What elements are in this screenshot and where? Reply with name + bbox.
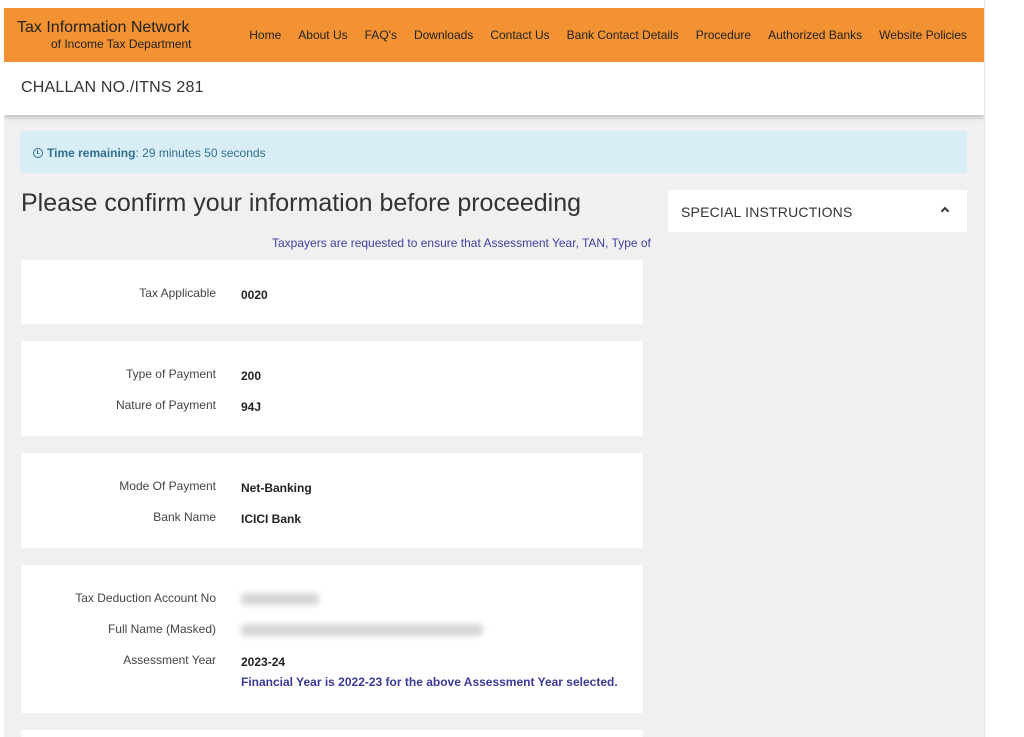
full-name-value-blurred xyxy=(241,624,483,636)
nature-of-payment-label: Nature of Payment xyxy=(115,398,216,412)
tan-label: Tax Deduction Account No xyxy=(75,591,216,605)
brand-logo[interactable]: Tax Information Network of Income Tax De… xyxy=(17,18,192,51)
taxpayer-details-card: Tax Deduction Account No Full Name (Mask… xyxy=(21,565,643,713)
nav-bank-contact-details[interactable]: Bank Contact Details xyxy=(567,28,679,42)
assessment-year-label: Assessment Year xyxy=(123,653,216,667)
confirm-heading: Please confirm your information before p… xyxy=(21,189,582,217)
assessment-year-value: 2023-24 xyxy=(241,655,286,669)
page: Tax Information Network of Income Tax De… xyxy=(4,8,984,737)
nav-procedure[interactable]: Procedure xyxy=(696,28,751,42)
payment-type-card: Type of Payment 200 Nature of Payment 94… xyxy=(21,341,643,436)
tan-row: Tax Deduction Account No xyxy=(21,591,643,611)
tax-applicable-value: 0020 xyxy=(241,288,268,302)
time-remaining-alert: Time remaining : 29 minutes 50 seconds xyxy=(20,131,967,173)
right-margin xyxy=(984,0,1024,737)
nature-of-payment-value: 94J xyxy=(241,400,262,414)
nav-website-policies[interactable]: Website Policies xyxy=(879,28,967,42)
chevron-up-icon[interactable] xyxy=(940,206,950,216)
mode-of-payment-value: Net-Banking xyxy=(241,481,312,495)
nav-about-us[interactable]: About Us xyxy=(298,28,347,42)
nature-of-payment-row: Nature of Payment 94J xyxy=(21,398,643,418)
nav-authorized-banks[interactable]: Authorized Banks xyxy=(768,28,862,42)
page-title-bar: CHALLAN NO./ITNS 281 xyxy=(4,62,984,115)
timer-label: Time remaining xyxy=(47,146,136,160)
mode-of-payment-row: Mode Of Payment Net-Banking xyxy=(21,479,643,499)
brand-title: Tax Information Network xyxy=(17,19,190,36)
type-of-payment-label: Type of Payment xyxy=(125,367,216,381)
nav-contact-us[interactable]: Contact Us xyxy=(490,28,549,42)
bank-name-label: Bank Name xyxy=(153,510,216,524)
timer-value: : 29 minutes 50 seconds xyxy=(135,146,266,160)
financial-year-note: Financial Year is 2022-23 for the above … xyxy=(241,675,618,689)
mode-of-payment-label: Mode Of Payment xyxy=(119,479,216,493)
clock-icon xyxy=(33,148,43,158)
tax-applicable-label: Tax Applicable xyxy=(139,286,216,300)
tax-applicable-row: Tax Applicable 0020 xyxy=(21,286,643,306)
special-instructions-title: SPECIAL INSTRUCTIONS xyxy=(681,204,853,220)
full-name-label: Full Name (Masked) xyxy=(107,622,216,636)
main-nav: Home About Us FAQ's Downloads Contact Us… xyxy=(232,28,967,42)
bank-name-row: Bank Name ICICI Bank xyxy=(21,510,643,530)
nav-downloads[interactable]: Downloads xyxy=(414,28,473,42)
nav-faqs[interactable]: FAQ's xyxy=(365,28,397,42)
special-instructions-panel[interactable]: SPECIAL INSTRUCTIONS xyxy=(668,190,967,232)
nav-home[interactable]: Home xyxy=(249,28,281,42)
payment-mode-card: Mode Of Payment Net-Banking Bank Name IC… xyxy=(21,453,643,548)
next-card xyxy=(21,730,643,737)
bank-name-value: ICICI Bank xyxy=(241,512,302,526)
page-title: CHALLAN NO./ITNS 281 xyxy=(21,79,204,96)
full-name-row: Full Name (Masked) xyxy=(21,622,643,642)
brand-subtitle: of Income Tax Department xyxy=(51,37,192,51)
type-of-payment-value: 200 xyxy=(241,369,262,383)
tax-applicable-card: Tax Applicable 0020 xyxy=(21,260,643,324)
tan-value-blurred xyxy=(241,593,319,605)
type-of-payment-row: Type of Payment 200 xyxy=(21,367,643,387)
header-bar: Tax Information Network of Income Tax De… xyxy=(4,8,984,62)
taxpayer-notice-marquee: Taxpayers are requested to ensure that A… xyxy=(272,236,651,250)
assessment-year-row: Assessment Year 2023-24 xyxy=(21,653,643,673)
